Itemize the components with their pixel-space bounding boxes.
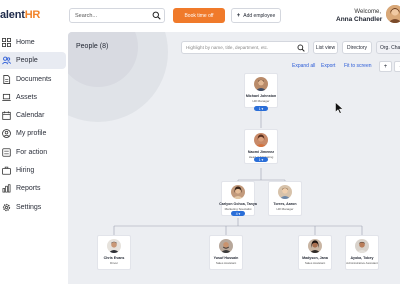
search-icon[interactable] — [152, 11, 161, 20]
gear-icon — [2, 203, 11, 212]
employee-role: Administrative Assistant — [346, 261, 378, 265]
reports-count-badge[interactable]: 4 ▾ — [231, 211, 245, 216]
welcome-label: Welcome, — [354, 9, 381, 15]
sidebar-item-label: People — [16, 57, 38, 65]
employee-name: Carlyon Ochoa, Tanya — [219, 202, 257, 206]
sidebar-item-label: Calendar — [16, 112, 45, 120]
employee-name: Yusuf Hussain — [213, 256, 239, 260]
sidebar-item-label: Home — [16, 39, 35, 46]
reports-count-badge[interactable]: 1 ▾ — [254, 157, 268, 162]
avatar — [355, 239, 369, 253]
app-logo[interactable]: alentHR — [0, 9, 40, 21]
sidebar-nav: Home People Documents Assets Calendar My… — [0, 34, 66, 217]
avatar — [231, 185, 245, 199]
avatar — [254, 133, 268, 147]
sidebar-item-settings[interactable]: Settings — [0, 199, 66, 216]
welcome-text: Welcome, Anna Chandler — [336, 8, 383, 24]
sidebar-item-hiring[interactable]: Hiring — [0, 162, 66, 179]
sidebar-item-calendar[interactable]: Calendar — [0, 107, 66, 124]
employee-name: Naomi Jimenez — [247, 150, 275, 154]
sidebar: alentHR Home People Documents Assets Cal… — [0, 0, 68, 284]
org-card-level3[interactable]: Yusuf Hussain Sales Assistant — [209, 235, 243, 270]
grid-icon — [2, 38, 11, 47]
avatar — [278, 185, 292, 199]
avatar — [308, 239, 322, 253]
action-icon — [2, 148, 11, 157]
top-bar: Book time off +Add employee Welcome, Ann… — [68, 0, 400, 32]
sidebar-item-label: Settings — [16, 203, 42, 211]
sidebar-item-people[interactable]: People — [0, 52, 66, 70]
sidebar-item-assets[interactable]: Assets — [0, 89, 66, 106]
sidebar-item-label: Assets — [16, 93, 38, 101]
search-input[interactable] — [75, 12, 155, 19]
employee-role: Driver — [110, 261, 118, 265]
employee-name: Chris Evans — [103, 256, 125, 260]
plus-icon: + — [236, 12, 241, 19]
sidebar-item-label: For action — [16, 148, 48, 156]
laptop-icon — [2, 93, 11, 102]
document-icon — [2, 74, 11, 84]
sidebar-item-label: Hiring — [16, 167, 35, 175]
employee-name: Torres, Aaron — [273, 202, 297, 206]
sidebar-item-for-action[interactable]: For action — [0, 144, 66, 161]
avatar — [254, 77, 268, 91]
briefcase-icon — [2, 166, 11, 175]
org-card-level2[interactable]: Torres, Aaron HR Manager — [268, 181, 302, 216]
employee-name: Madyson, Jana — [302, 256, 328, 260]
people-icon — [2, 56, 11, 65]
org-card-level3[interactable]: Chris Evans Driver — [97, 235, 131, 270]
avatar[interactable] — [386, 5, 400, 23]
employee-role: HR Manager — [252, 99, 270, 103]
org-card-level3[interactable]: Ayoka, Tobey Administrative Assistant — [345, 235, 379, 270]
org-card-root[interactable]: Michael Johnston HR Manager — [244, 73, 278, 108]
user-icon — [2, 129, 11, 139]
calendar-icon — [2, 111, 11, 120]
add-employee-label: Add employee — [243, 12, 276, 19]
employee-role: Sales Assistant — [215, 261, 237, 265]
sidebar-item-label: My profile — [16, 130, 47, 138]
sidebar-item-label: Documents — [16, 75, 52, 83]
sidebar-item-reports[interactable]: Reports — [0, 180, 66, 197]
mouse-cursor-icon — [335, 102, 344, 114]
employee-name: Ayoka, Tobey — [350, 256, 374, 260]
employee-name: Michael Johnston — [245, 94, 277, 98]
chart-icon — [2, 184, 11, 193]
avatar — [107, 239, 121, 253]
employee-role: HR Manager — [276, 207, 294, 211]
sidebar-item-my-profile[interactable]: My profile — [0, 125, 66, 142]
add-employee-button[interactable]: + Add employee — [231, 8, 281, 23]
reports-count-badge[interactable]: 1 ▾ — [254, 106, 268, 111]
user-name: Anna Chandler — [336, 16, 383, 23]
sidebar-item-label: Reports — [16, 185, 41, 193]
avatar — [219, 239, 233, 253]
org-card-level3[interactable]: Madyson, Jana Sales Assistant — [298, 235, 332, 270]
global-search — [69, 8, 165, 23]
book-time-off-button[interactable]: Book time off — [173, 8, 225, 23]
employee-role: Sales Assistant — [304, 261, 326, 265]
sidebar-item-home[interactable]: Home — [0, 34, 66, 51]
sidebar-item-documents[interactable]: Documents — [0, 71, 66, 88]
people-panel: People (8) List view Directory Org. Char… — [68, 32, 400, 284]
